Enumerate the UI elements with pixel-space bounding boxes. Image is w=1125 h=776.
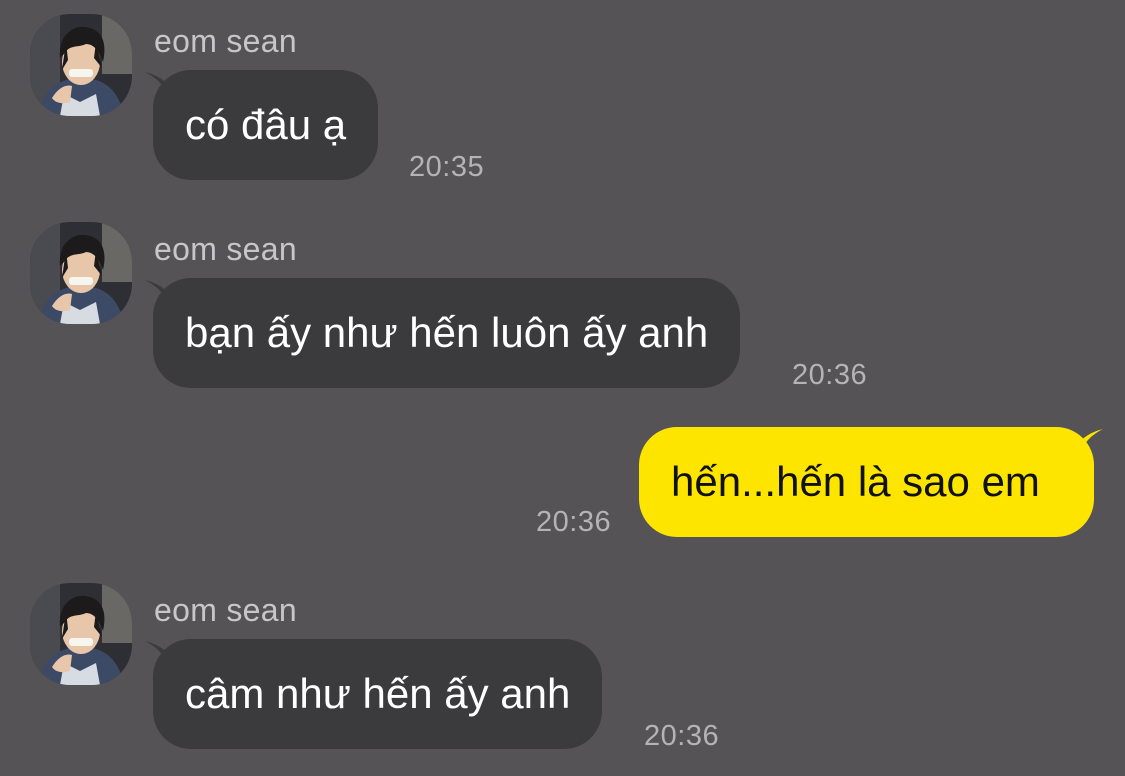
- message-bubble[interactable]: câm như hến ấy anh: [153, 639, 603, 749]
- profile-photo-icon: [30, 583, 132, 685]
- message-timestamp: 20:36: [792, 359, 868, 391]
- sender-name[interactable]: eom sean: [154, 230, 297, 268]
- message-timestamp: 20:36: [536, 506, 612, 538]
- profile-photo-icon: [30, 222, 132, 324]
- message-timestamp: 20:36: [644, 720, 720, 752]
- sender-avatar[interactable]: [30, 14, 132, 116]
- sender-avatar[interactable]: [30, 583, 132, 685]
- sender-name[interactable]: eom sean: [154, 591, 297, 629]
- message-bubble[interactable]: có đâu ạ: [153, 70, 379, 180]
- message-bubble[interactable]: bạn ấy như hến luôn ấy anh: [153, 278, 741, 388]
- sender-avatar[interactable]: [30, 222, 132, 324]
- chat-transcript: eom sean có đâu ạ 20:35 eom sean bạn ấy …: [0, 0, 1125, 776]
- message-timestamp: 20:35: [409, 151, 485, 183]
- sender-name[interactable]: eom sean: [154, 22, 297, 60]
- message-bubble[interactable]: hến...hến là sao em: [639, 427, 1094, 537]
- bubble-tail: [1079, 429, 1103, 457]
- profile-photo-icon: [30, 14, 132, 116]
